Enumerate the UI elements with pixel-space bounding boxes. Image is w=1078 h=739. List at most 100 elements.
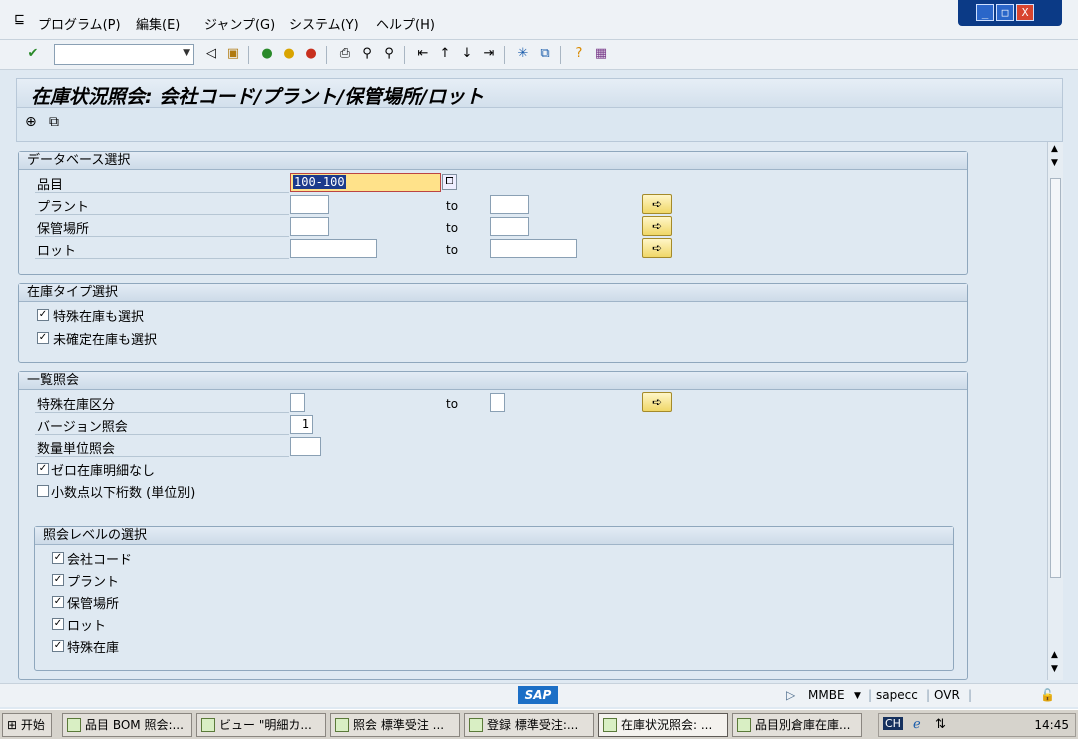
- sap-window-icon: [67, 718, 81, 732]
- taskbar-item[interactable]: 品目 BOM 照会:...: [62, 713, 192, 737]
- sloc-label: 保管場所: [37, 222, 90, 237]
- group-database-selection: データベース選択 品目 100-100 ⧠ プラント to ➪ 保管場所 to …: [18, 151, 968, 275]
- special-ind-from-input[interactable]: [290, 393, 305, 412]
- variant-icon[interactable]: ⧉: [49, 114, 59, 130]
- exit-icon[interactable]: ●: [280, 45, 298, 63]
- plant-multiple-selection-button[interactable]: ➪: [642, 194, 672, 214]
- scroll-thumb[interactable]: [1050, 178, 1061, 578]
- taskbar-item[interactable]: ビュー "明細カ...: [196, 713, 326, 737]
- window-controls: _ □ X: [958, 0, 1062, 26]
- maximize-button[interactable]: □: [996, 4, 1014, 21]
- first-page-icon[interactable]: ⇤: [414, 45, 432, 63]
- taskbar-item[interactable]: 品目別倉庫在庫...: [732, 713, 862, 737]
- search-help-icon[interactable]: ⧠: [442, 174, 457, 190]
- chevron-down-icon[interactable]: ▼: [183, 48, 190, 58]
- shortcut-icon[interactable]: ⧉: [536, 45, 554, 63]
- special-stock-checkbox[interactable]: ✓: [37, 309, 49, 321]
- batch-to-input[interactable]: [490, 239, 577, 258]
- sap-window-icon: [603, 718, 617, 732]
- status-expand-icon[interactable]: ▷: [786, 688, 795, 702]
- transaction-code: MMBE: [808, 688, 845, 702]
- layout-icon[interactable]: ▦: [592, 45, 610, 63]
- special-ind-label: 特殊在庫区分: [37, 398, 116, 413]
- unconfirmed-stock-checkbox[interactable]: ✓: [37, 332, 49, 344]
- menu-bar: ⊑ プログラム(P) 編集(E) ジャンプ(G) システム(Y) ヘルプ(H) …: [0, 0, 1078, 40]
- close-button[interactable]: X: [1016, 4, 1034, 21]
- scroll-up-icon[interactable]: ▲: [1051, 144, 1058, 154]
- find-icon[interactable]: ⚲: [358, 45, 376, 63]
- status-bar: SAP ▷ MMBE ▼ | sapecc | OVR | 🔓: [0, 683, 1078, 707]
- lock-icon: 🔓: [1040, 688, 1055, 702]
- plant-from-input[interactable]: [290, 195, 329, 214]
- print-icon[interactable]: ⎙: [336, 45, 354, 63]
- page-title: 在庫状況照会: 会社コード/プラント/保管場所/ロット: [31, 86, 485, 108]
- batch-multiple-selection-button[interactable]: ➪: [642, 238, 672, 258]
- level-sloc-checkbox[interactable]: ✓: [52, 596, 64, 608]
- back-triangle-icon[interactable]: ◁: [202, 45, 220, 63]
- level-batch-checkbox[interactable]: ✓: [52, 618, 64, 630]
- version-input[interactable]: 1: [290, 415, 313, 434]
- next-page-icon[interactable]: ↓: [458, 45, 476, 63]
- execute-icon[interactable]: ⊕: [25, 114, 37, 130]
- network-icon[interactable]: ⇅: [935, 717, 946, 732]
- chevron-down-icon[interactable]: ▼: [854, 691, 861, 701]
- scroll-page-down-icon[interactable]: ▲: [1051, 650, 1058, 660]
- command-field[interactable]: ▼: [54, 44, 194, 65]
- group-header: 一覧照会: [19, 372, 967, 390]
- vertical-scrollbar[interactable]: ▲ ▼ ▲ ▼: [1047, 142, 1063, 680]
- insert-mode: OVR: [934, 688, 960, 702]
- start-button[interactable]: ⊞ 开始: [2, 713, 52, 737]
- find-next-icon[interactable]: ⚲: [380, 45, 398, 63]
- menu-program[interactable]: プログラム(P): [38, 14, 121, 33]
- taskbar-item[interactable]: 照会 標準受注 ...: [330, 713, 460, 737]
- no-zero-stock-checkbox[interactable]: ✓: [37, 463, 49, 475]
- task-label: 品目別倉庫在庫...: [755, 718, 851, 732]
- special-stock-label: 特殊在庫も選択: [53, 310, 145, 325]
- prev-page-icon[interactable]: ↑: [436, 45, 454, 63]
- task-label: ビュー "明細カ...: [219, 718, 312, 732]
- menu-help[interactable]: ヘルプ(H): [376, 14, 435, 33]
- group-list-display: 一覧照会 特殊在庫区分 to ➪ バージョン照会 1 数量単位照会 ✓ ゼロ在庫…: [18, 371, 968, 680]
- language-indicator[interactable]: CH: [883, 717, 903, 730]
- batch-from-input[interactable]: [290, 239, 377, 258]
- ie-icon[interactable]: ℯ: [913, 717, 921, 732]
- new-session-icon[interactable]: ✳: [514, 45, 532, 63]
- material-value: 100-100: [293, 175, 346, 189]
- sap-window-icon: [335, 718, 349, 732]
- plant-to-input[interactable]: [490, 195, 529, 214]
- material-input[interactable]: 100-100: [290, 173, 441, 192]
- unit-input[interactable]: [290, 437, 321, 456]
- batch-to-label: to: [446, 243, 459, 257]
- level-company-checkbox[interactable]: ✓: [52, 552, 64, 564]
- check-icon[interactable]: ✔: [24, 45, 42, 63]
- special-ind-to-input[interactable]: [490, 393, 505, 412]
- scroll-page-up-icon[interactable]: ▼: [1051, 158, 1058, 168]
- special-ind-multiple-selection-button[interactable]: ➪: [642, 392, 672, 412]
- minimize-button[interactable]: _: [976, 4, 994, 21]
- menu-jump[interactable]: ジャンプ(G): [204, 14, 275, 33]
- help-icon[interactable]: ?: [570, 45, 588, 63]
- scroll-down-icon[interactable]: ▼: [1051, 664, 1058, 674]
- group-stock-type: 在庫タイプ選択 ✓ 特殊在庫も選択 ✓ 未確定在庫も選択: [18, 283, 968, 363]
- save-icon[interactable]: ▣: [224, 45, 242, 63]
- level-special-checkbox[interactable]: ✓: [52, 640, 64, 652]
- last-page-icon[interactable]: ⇥: [480, 45, 498, 63]
- cancel-icon[interactable]: ●: [302, 45, 320, 63]
- level-plant-checkbox[interactable]: ✓: [52, 574, 64, 586]
- taskbar-item-active[interactable]: 在庫状況照会: ...: [598, 713, 728, 737]
- back-green-icon[interactable]: ●: [258, 45, 276, 63]
- task-label: 在庫状況照会: ...: [621, 718, 713, 732]
- menu-edit[interactable]: 編集(E): [136, 14, 180, 33]
- sap-window-icon: [469, 718, 483, 732]
- decimals-checkbox[interactable]: [37, 485, 49, 497]
- group-header: 在庫タイプ選択: [19, 284, 967, 302]
- menu-icon[interactable]: ⊑: [14, 12, 25, 27]
- menu-system[interactable]: システム(Y): [289, 14, 359, 33]
- taskbar-item[interactable]: 登録 標準受注:...: [464, 713, 594, 737]
- sap-window-icon: [201, 718, 215, 732]
- sloc-from-input[interactable]: [290, 217, 329, 236]
- level-sloc-label: 保管場所: [67, 597, 120, 612]
- unconfirmed-stock-label: 未確定在庫も選択: [53, 333, 158, 348]
- sloc-to-input[interactable]: [490, 217, 529, 236]
- sloc-multiple-selection-button[interactable]: ➪: [642, 216, 672, 236]
